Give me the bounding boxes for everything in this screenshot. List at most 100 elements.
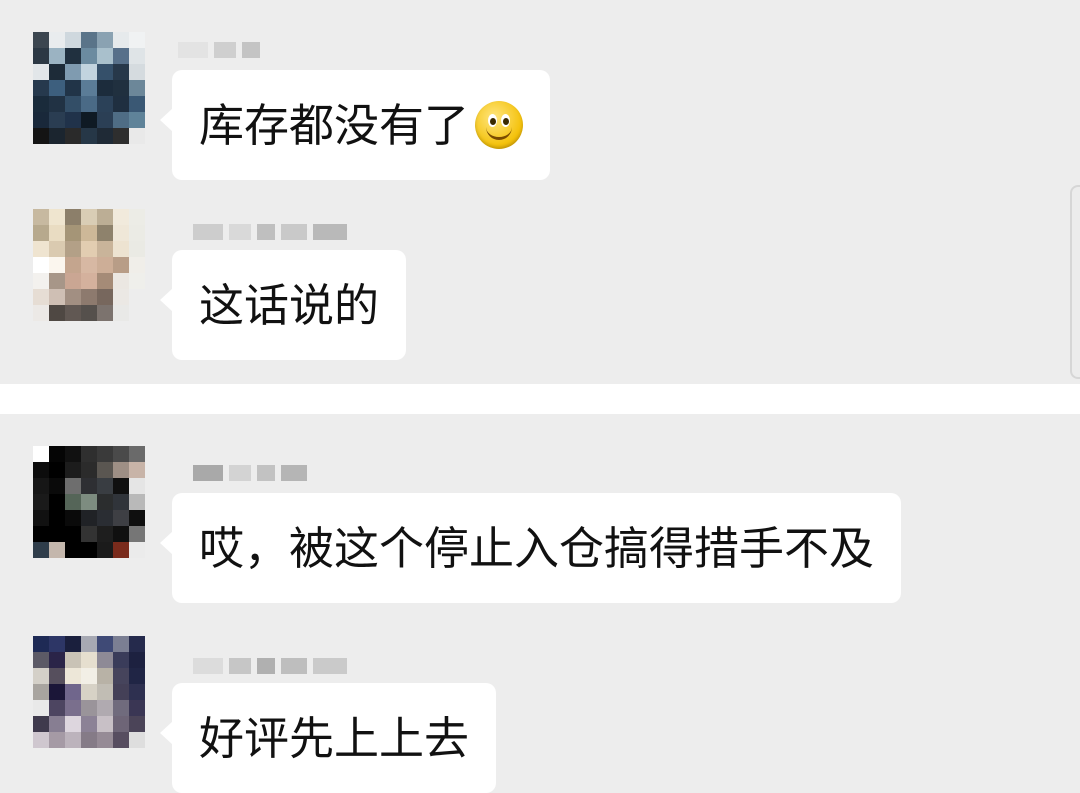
avatar-pixel: [49, 542, 65, 558]
avatar[interactable]: [33, 32, 145, 144]
avatar-pixel: [33, 257, 49, 273]
avatar-pixel: [81, 636, 97, 652]
avatar-pixel: [33, 668, 49, 684]
avatar-pixel: [129, 668, 145, 684]
avatar-pixel: [49, 48, 65, 64]
avatar-pixel: [65, 716, 81, 732]
avatar-pixel: [129, 289, 145, 305]
avatar-pixel: [33, 96, 49, 112]
avatar-pixel: [81, 257, 97, 273]
message-bubble[interactable]: 哎，被这个停止入仓搞得措手不及: [159, 493, 902, 603]
avatar-pixel: [97, 510, 113, 526]
name-blur-block: [257, 224, 275, 240]
avatar-pixel: [113, 112, 129, 128]
avatar-pixel: [97, 241, 113, 257]
avatar-pixel: [81, 112, 97, 128]
avatar-pixel: [65, 96, 81, 112]
avatar-pixel: [129, 112, 145, 128]
name-blur-block: [257, 465, 275, 481]
avatar-pixel: [65, 732, 81, 748]
avatar-pixel: [97, 478, 113, 494]
avatar-pixel: [97, 48, 113, 64]
avatar-pixel: [49, 652, 65, 668]
avatar-pixel: [97, 732, 113, 748]
avatar-pixel: [81, 48, 97, 64]
avatar-pixel: [65, 478, 81, 494]
sender-name: [193, 656, 347, 676]
avatar-pixel: [113, 209, 129, 225]
avatar-pixel: [129, 273, 145, 289]
avatar-pixel: [49, 700, 65, 716]
avatar-pixel: [81, 32, 97, 48]
avatar-pixel: [49, 684, 65, 700]
message-bubble[interactable]: 库存都没有了: [159, 70, 551, 180]
avatar-pixel: [129, 48, 145, 64]
avatar-pixel: [97, 636, 113, 652]
avatar-pixel: [33, 462, 49, 478]
avatar-pixel: [113, 462, 129, 478]
avatar-pixel: [65, 80, 81, 96]
chat-panel-top: [0, 0, 1080, 384]
name-blur-block: [229, 224, 251, 240]
avatar-pixel: [65, 128, 81, 144]
avatar-pixel: [81, 241, 97, 257]
avatar-pixel: [49, 128, 65, 144]
avatar-pixel: [33, 80, 49, 96]
avatar-pixel: [65, 64, 81, 80]
avatar-pixel: [81, 128, 97, 144]
avatar-pixel: [33, 732, 49, 748]
avatar-pixel: [113, 732, 129, 748]
name-blur-block: [193, 465, 223, 481]
message-text: 库存都没有了: [199, 98, 470, 152]
avatar-pixel: [129, 462, 145, 478]
avatar-pixel: [113, 241, 129, 257]
avatar-pixel: [33, 636, 49, 652]
avatar-pixel: [65, 48, 81, 64]
avatar-pixel: [97, 494, 113, 510]
name-blur-block: [281, 658, 307, 674]
message-bubble[interactable]: 这话说的: [159, 250, 407, 360]
avatar-pixel: [33, 241, 49, 257]
avatar-pixel: [33, 305, 49, 321]
message-bubble[interactable]: 好评先上上去: [159, 683, 497, 793]
avatar-pixel: [33, 289, 49, 305]
avatar-pixel: [33, 510, 49, 526]
avatar-pixel: [65, 494, 81, 510]
avatar-pixel: [49, 273, 65, 289]
avatar-pixel: [65, 273, 81, 289]
avatar-pixel: [49, 289, 65, 305]
avatar[interactable]: [33, 636, 145, 748]
avatar-pixel: [113, 48, 129, 64]
avatar-pixel: [81, 526, 97, 542]
avatar-pixel: [81, 80, 97, 96]
avatar-pixel: [129, 542, 145, 558]
avatar-pixel: [49, 225, 65, 241]
avatar[interactable]: [33, 446, 145, 558]
avatar-pixel: [65, 684, 81, 700]
avatar-pixel: [97, 684, 113, 700]
avatar-pixel: [113, 510, 129, 526]
avatar-pixel: [113, 542, 129, 558]
avatar-pixel: [129, 478, 145, 494]
avatar-pixel: [33, 700, 49, 716]
avatar-pixel: [113, 289, 129, 305]
avatar-pixel: [33, 225, 49, 241]
avatar-pixel: [113, 636, 129, 652]
name-blur-block: [229, 465, 251, 481]
avatar[interactable]: [33, 209, 145, 321]
avatar-pixel: [113, 478, 129, 494]
avatar-pixel: [65, 112, 81, 128]
sender-name: [193, 222, 347, 242]
avatar-pixel: [65, 462, 81, 478]
avatar-pixel: [97, 32, 113, 48]
avatar-pixel: [113, 684, 129, 700]
avatar-pixel: [49, 209, 65, 225]
avatar-pixel: [81, 732, 97, 748]
avatar-pixel: [113, 273, 129, 289]
avatar-pixel: [97, 526, 113, 542]
avatar-pixel: [97, 128, 113, 144]
avatar-pixel: [129, 225, 145, 241]
avatar-pixel: [33, 112, 49, 128]
screenshot-divider: [0, 384, 1080, 414]
avatar-pixel: [97, 462, 113, 478]
